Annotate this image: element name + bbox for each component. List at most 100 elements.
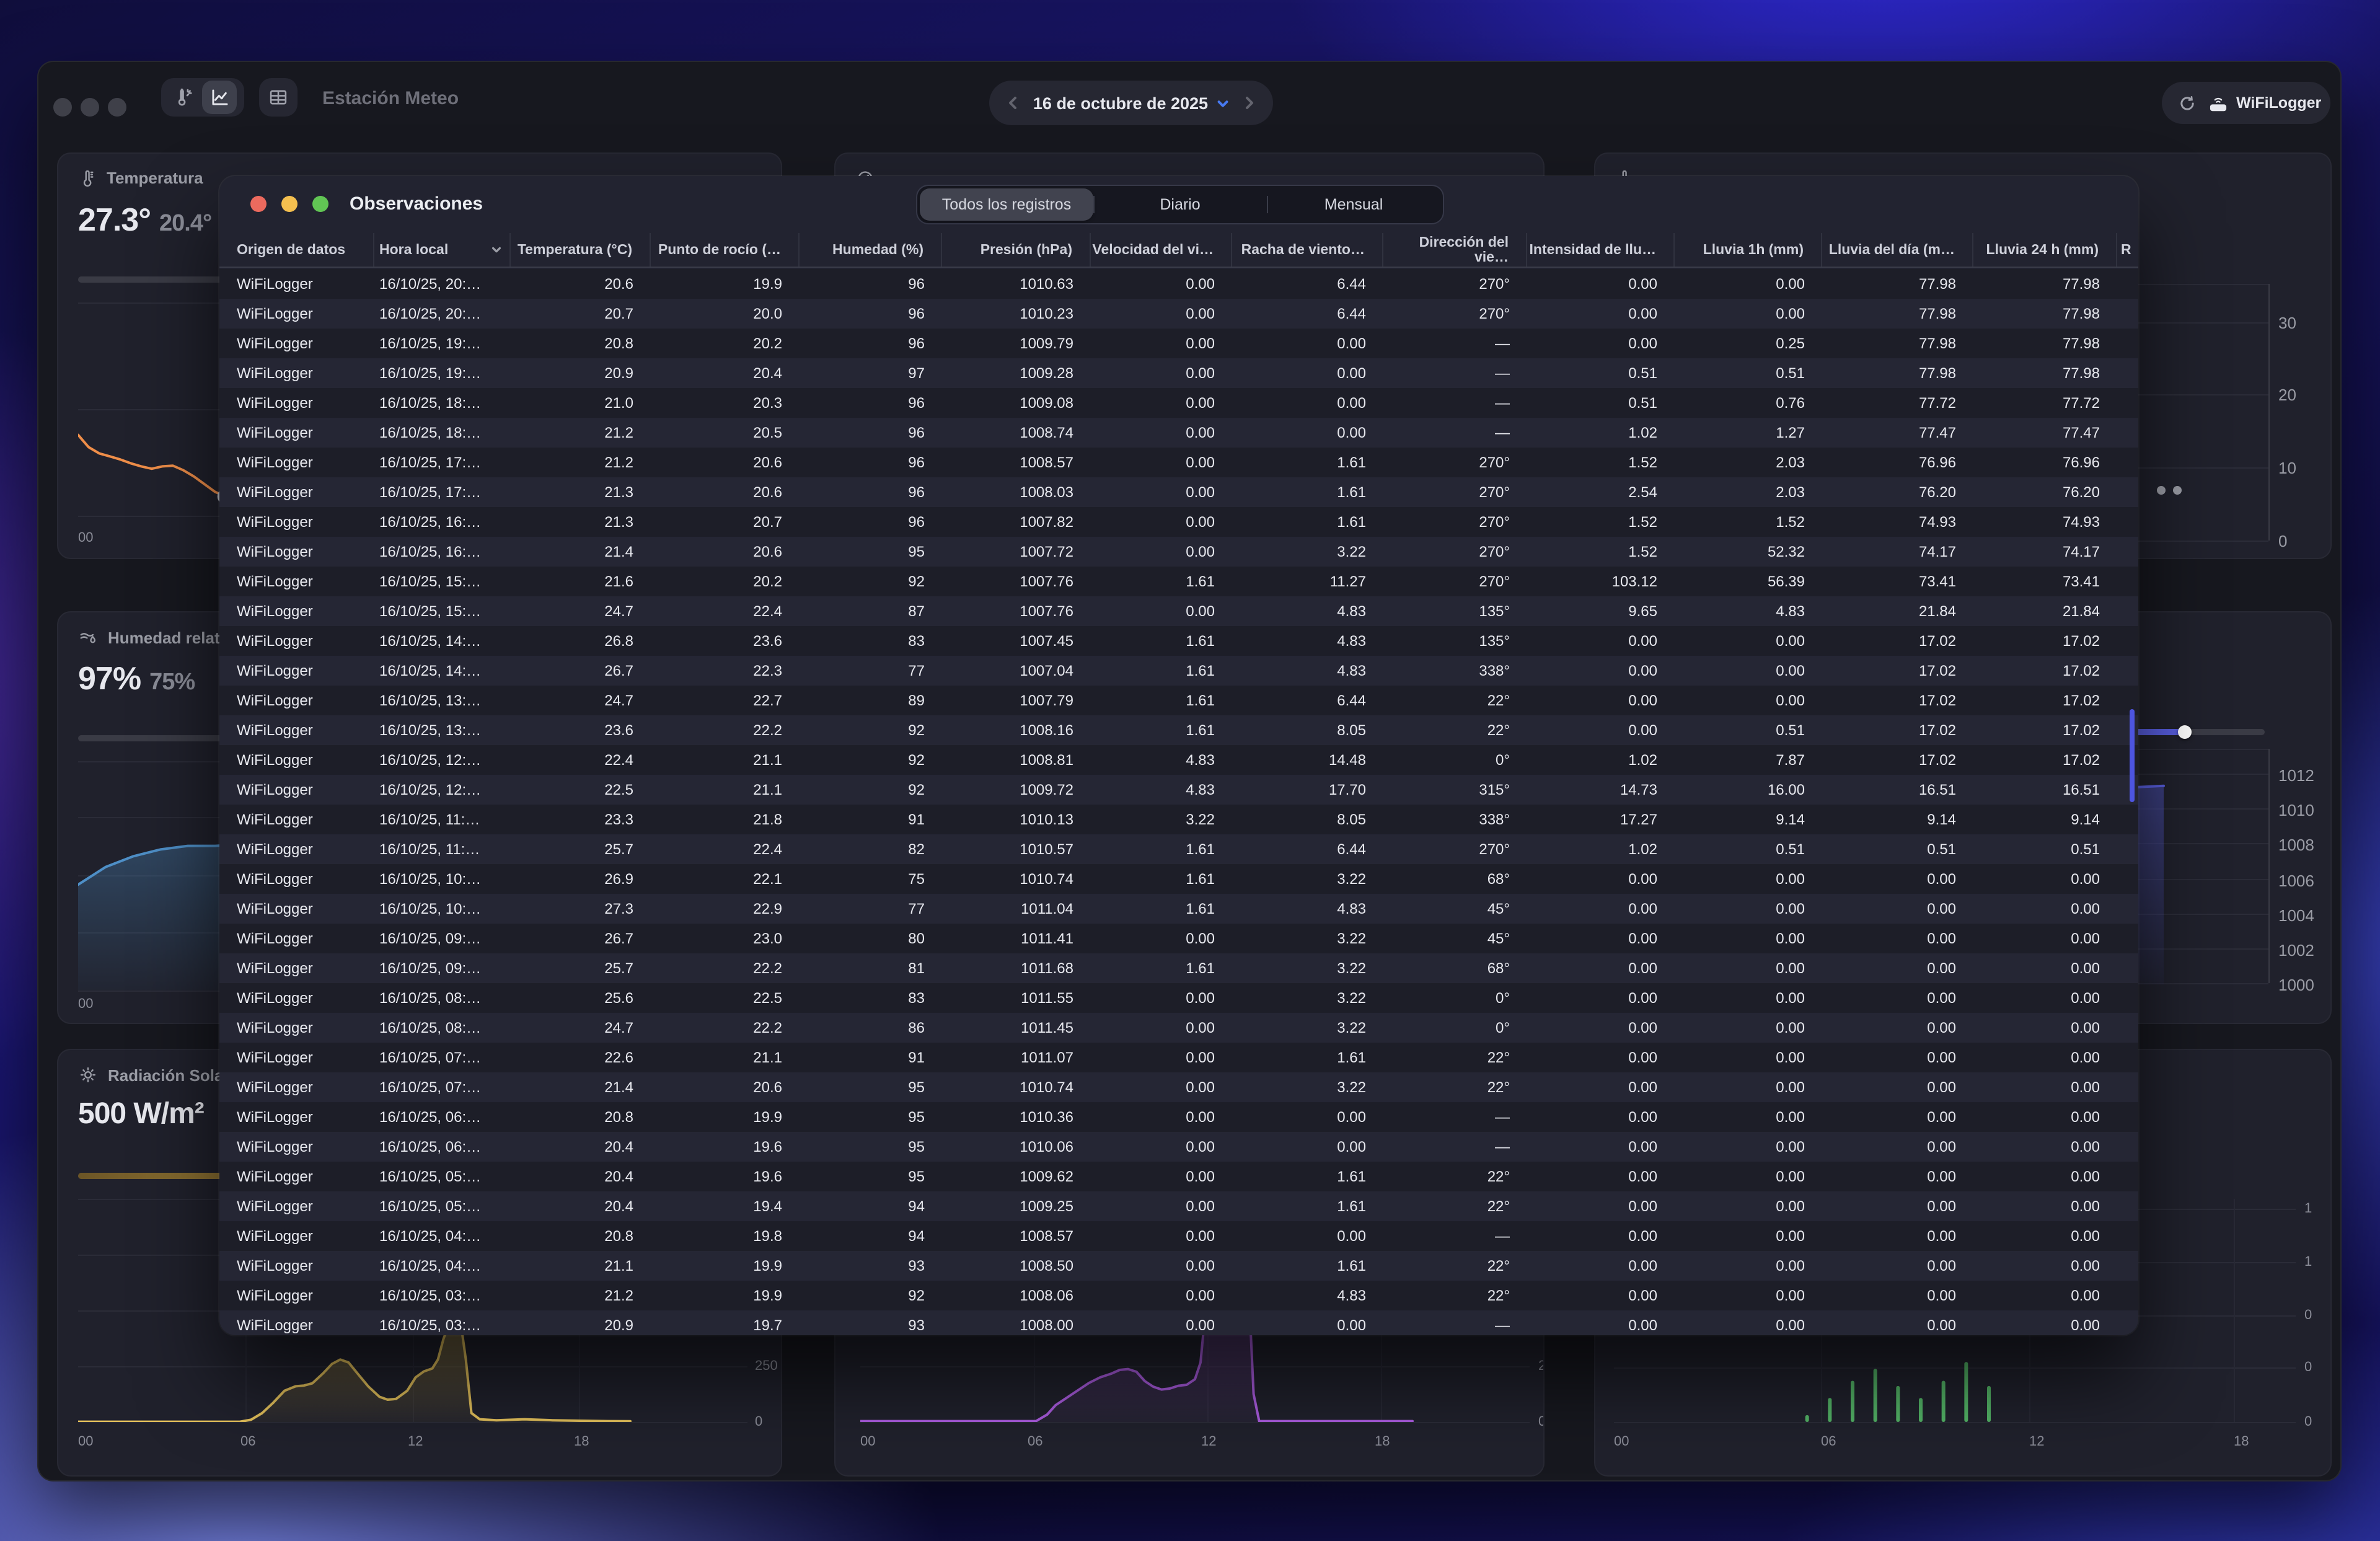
table-row[interactable]: WiFiLogger16/10/25, 19:…20.820.2961009.7… [219,329,2138,358]
column-header[interactable]: Lluvia 1h (mm) [1675,233,1822,267]
column-header[interactable]: Racha de viento… [1232,233,1383,267]
x-axis-tick: 00 [78,531,94,545]
table-row[interactable]: WiFiLogger16/10/25, 10:…27.322.9771011.0… [219,894,2138,924]
column-header[interactable]: Dirección del vie… [1383,233,1527,267]
table-cell: 0.00 [1822,870,1973,888]
column-header[interactable]: Origen de datos [219,233,374,267]
column-header[interactable]: Intensidad de llu… [1527,233,1675,267]
table-row[interactable]: WiFiLogger16/10/25, 17:…21.320.6961008.0… [219,477,2138,507]
table-cell: 16/10/25, 10:… [374,900,511,917]
table-cell: 20.8 [511,335,651,352]
table-cell: 93 [800,1257,942,1274]
table-cell: 20.6 [511,275,651,293]
chart-view-button[interactable] [202,81,237,114]
table-row[interactable]: WiFiLogger16/10/25, 05:…20.419.4941009.2… [219,1191,2138,1221]
table-row[interactable]: WiFiLogger16/10/25, 18:…21.020.3961009.0… [219,388,2138,418]
table-row[interactable]: WiFiLogger16/10/25, 16:…21.420.6951007.7… [219,537,2138,567]
table-cell: 16/10/25, 05:… [374,1168,511,1185]
observations-window: Observaciones Todos los registros Diario… [219,176,2138,1335]
vertical-scrollbar[interactable] [2130,709,2135,802]
table-cell: 1.52 [1527,513,1675,531]
table-cell: 19.9 [651,275,800,293]
table-cell: 3.22 [1232,543,1383,560]
device-label[interactable]: WiFiLogger [2236,94,2321,112]
table-cell: 89 [800,692,942,709]
slider-knob[interactable] [2178,725,2192,739]
column-header[interactable]: Temperatura (°C) [511,233,651,267]
column-header[interactable]: Presión (hPa) [942,233,1091,267]
window-close-button[interactable] [53,98,72,117]
modal-minimize-button[interactable] [281,196,298,212]
table-row[interactable]: WiFiLogger16/10/25, 09:…26.723.0801011.4… [219,924,2138,953]
table-cell: 1009.25 [942,1198,1091,1215]
table-row[interactable]: WiFiLogger16/10/25, 13:…24.722.7891007.7… [219,686,2138,715]
column-header[interactable]: Humedad (%) [800,233,942,267]
table-row[interactable]: WiFiLogger16/10/25, 15:…21.620.2921007.7… [219,567,2138,596]
table-row[interactable]: WiFiLogger16/10/25, 06:…20.819.9951010.3… [219,1102,2138,1132]
modal-zoom-button[interactable] [312,196,328,212]
table-cell: — [1383,364,1527,382]
column-header[interactable]: Lluvia 24 h (mm) [1973,233,2117,267]
table-row[interactable]: WiFiLogger16/10/25, 03:…20.919.7931008.0… [219,1310,2138,1335]
table-row[interactable]: WiFiLogger16/10/25, 15:…24.722.4871007.7… [219,596,2138,626]
table-row[interactable]: WiFiLogger16/10/25, 20:…20.720.0961010.2… [219,299,2138,329]
table-cell: 3.22 [1232,1079,1383,1096]
next-day-button[interactable] [1242,95,1257,110]
table-row[interactable]: WiFiLogger16/10/25, 12:…22.521.1921009.7… [219,775,2138,805]
table-cell: 16/10/25, 16:… [374,513,511,531]
table-row[interactable]: WiFiLogger16/10/25, 07:…21.420.6951010.7… [219,1072,2138,1102]
table-row[interactable]: WiFiLogger16/10/25, 11:…25.722.4821010.5… [219,834,2138,864]
table-cell: 1.61 [1091,632,1232,650]
column-header[interactable]: Punto de rocío (… [651,233,800,267]
table-cell: 338° [1383,811,1527,828]
table-cell: 0.00 [1527,1168,1675,1185]
tab-diario[interactable]: Diario [1093,188,1267,221]
table-row[interactable]: WiFiLogger16/10/25, 08:…25.622.5831011.5… [219,983,2138,1013]
table-row[interactable]: WiFiLogger16/10/25, 05:…20.419.6951009.6… [219,1162,2138,1191]
refresh-button[interactable] [2178,94,2197,112]
table-cell: 0.00 [1091,930,1232,947]
table-row[interactable]: WiFiLogger16/10/25, 16:…21.320.7961007.8… [219,507,2138,537]
column-header[interactable]: R [2117,233,2138,267]
thermometer-view-button[interactable] [167,82,200,113]
table-cell: 338° [1383,662,1527,679]
table-row[interactable]: WiFiLogger16/10/25, 06:…20.419.6951010.0… [219,1132,2138,1162]
table-view-button[interactable] [259,78,298,117]
table-row[interactable]: WiFiLogger16/10/25, 09:…25.722.2811011.6… [219,953,2138,983]
table-cell: 20.8 [511,1227,651,1245]
date-picker: 16 de octubre de 2025 [989,81,1273,125]
date-label[interactable]: 16 de octubre de 2025 [1033,94,1208,112]
table-row[interactable]: WiFiLogger16/10/25, 19:…20.920.4971009.2… [219,358,2138,388]
tab-todos-los-registros[interactable]: Todos los registros [920,188,1093,221]
table-row[interactable]: WiFiLogger16/10/25, 04:…21.119.9931008.5… [219,1251,2138,1281]
table-row[interactable]: WiFiLogger16/10/25, 14:…26.823.6831007.4… [219,626,2138,656]
table-cell: 0.00 [1232,1227,1383,1245]
column-header[interactable]: Velocidad del vi… [1091,233,1232,267]
table-row[interactable]: WiFiLogger16/10/25, 03:…21.219.9921008.0… [219,1281,2138,1310]
table-cell: 20.6 [651,483,800,501]
previous-day-button[interactable] [1005,95,1020,110]
table-cell: 0.00 [1091,305,1232,322]
table-row[interactable]: WiFiLogger16/10/25, 18:…21.220.5961008.7… [219,418,2138,448]
pagination-dots[interactable] [2157,486,2182,495]
table-row[interactable]: WiFiLogger16/10/25, 08:…24.722.2861011.4… [219,1013,2138,1043]
table-row[interactable]: WiFiLogger16/10/25, 20:…20.619.9961010.6… [219,269,2138,299]
table-row[interactable]: WiFiLogger16/10/25, 17:…21.220.6961008.5… [219,448,2138,477]
table-row[interactable]: WiFiLogger16/10/25, 13:…23.622.2921008.1… [219,715,2138,745]
table-cell: 22.9 [651,900,800,917]
window-zoom-button[interactable] [108,98,126,117]
table-row[interactable]: WiFiLogger16/10/25, 04:…20.819.8941008.5… [219,1221,2138,1251]
table-row[interactable]: WiFiLogger16/10/25, 14:…26.722.3771007.0… [219,656,2138,686]
window-minimize-button[interactable] [81,98,99,117]
table-cell: 22° [1383,1287,1527,1304]
table-cell: 16/10/25, 17:… [374,454,511,471]
column-header[interactable]: Lluvia del día (m… [1822,233,1973,267]
tab-mensual[interactable]: Mensual [1267,188,1440,221]
table-row[interactable]: WiFiLogger16/10/25, 12:…22.421.1921008.8… [219,745,2138,775]
modal-close-button[interactable] [250,196,267,212]
table-row[interactable]: WiFiLogger16/10/25, 11:…23.321.8911010.1… [219,805,2138,834]
table-row[interactable]: WiFiLogger16/10/25, 10:…26.922.1751010.7… [219,864,2138,894]
table-row[interactable]: WiFiLogger16/10/25, 07:…22.621.1911011.0… [219,1043,2138,1072]
column-header[interactable]: Hora local [374,233,511,267]
table-cell: 0.00 [1527,870,1675,888]
